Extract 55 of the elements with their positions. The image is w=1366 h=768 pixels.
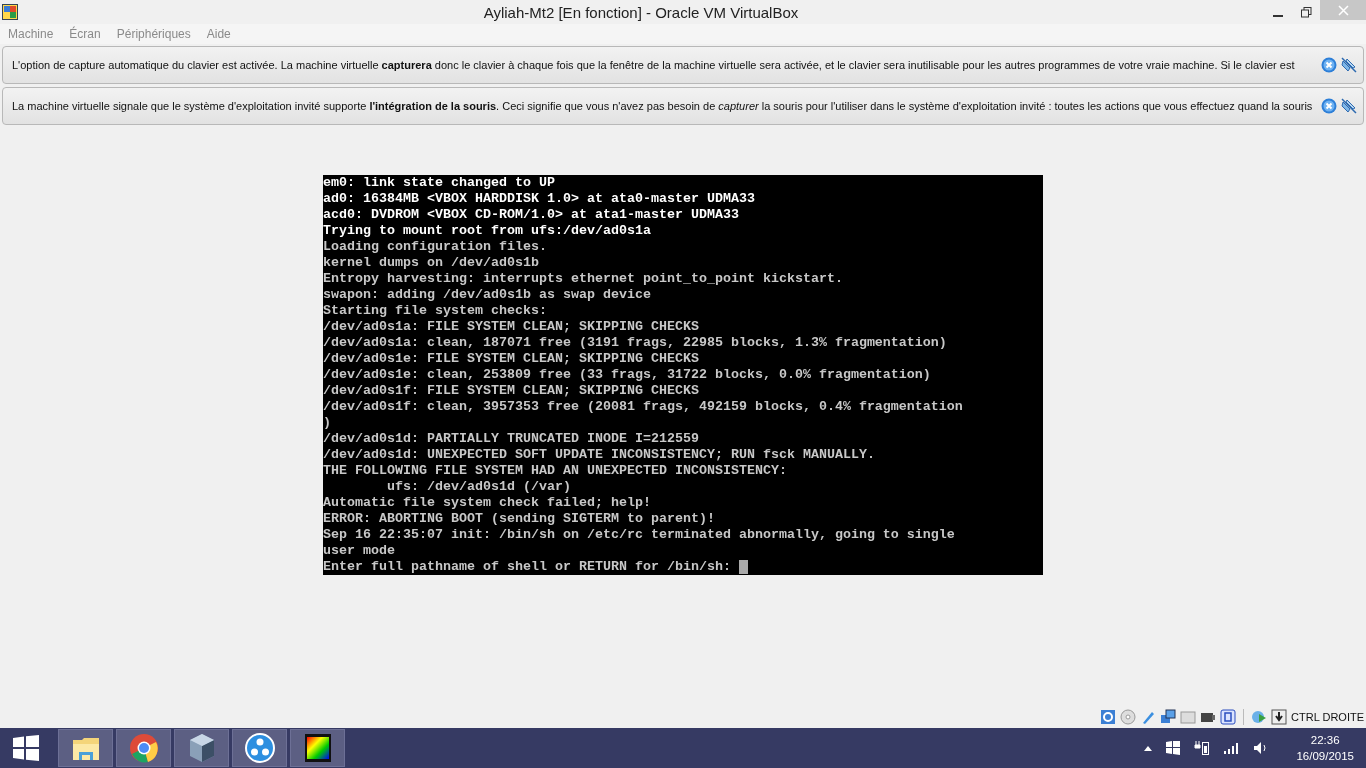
menu-item[interactable]: Aide (206, 27, 239, 41)
minimize-icon (1273, 15, 1283, 17)
windows-logo-icon[interactable] (1166, 741, 1181, 755)
console-line: /dev/ad0s1a: FILE SYSTEM CLEAN; SKIPPING CHECKS (323, 319, 699, 335)
notice-text: La machine virtuelle signale que le système d'exploitation invité supporte l'intégration de la souris. Ceci signifie que vous n'avez pas besoin de capturer la souris pour l'utiliser dans le système d'exploitation invité : toutes les actions que vous effectuez quand la souris (12, 100, 1314, 112)
console-line: em0: link state changed to UP (323, 175, 555, 191)
console-line: Entropy harvesting: interrupts ethernet point_to_point kickstart. (323, 271, 843, 287)
clock-time[interactable]: 22:36 (1310, 732, 1340, 748)
show-hidden-icons-icon[interactable] (1144, 745, 1153, 751)
signal-icon[interactable] (1224, 742, 1241, 754)
console-line: ad0: 16384MB <VBOX HARDDISK 1.0> at ata0-master UDMA33 (323, 191, 755, 207)
text-cursor (738, 560, 748, 574)
console-line: acd0: DVDROM <VBOX CD-ROM/1.0> at ata1-master UDMA33 (323, 207, 739, 223)
taskbar-button[interactable] (290, 729, 345, 767)
console-line: Sep 16 22:35:07 init: /bin/sh on /etc/rc terminated abnormally, going to single (323, 527, 955, 543)
window-title: Ayliah-Mt2 [En fonction] - Oracle VM VirtualBox (482, 3, 800, 21)
console-line: user mode (323, 543, 395, 559)
notice-text: L'option de capture automatique du clavier est activée. La machine virtuelle capturera donc le clavier à chaque fois que la fenêtre de la machine virtuelle sera activée, et le clavier sera inutilisable pour les autres programmes de votre vraie machine. Si le clavier est (12, 59, 1296, 71)
disk-icon[interactable] (1100, 709, 1117, 725)
console-line: kernel dumps on /dev/ad0s1b (323, 255, 539, 271)
shared-screens-icon[interactable] (1160, 709, 1177, 725)
console-line: Enter full pathname of shell or RETURN for /bin/sh: (323, 559, 731, 575)
close-icon[interactable] (1321, 98, 1337, 114)
taskbar-button[interactable] (232, 729, 287, 767)
close-icon (1337, 4, 1349, 16)
console-line: /dev/ad0s1d: PARTIALLY TRUNCATED INODE I=212559 (323, 431, 699, 447)
console-line: /dev/ad0s1e: FILE SYSTEM CLEAN; SKIPPING CHECKS (323, 351, 699, 367)
restore-icon (1300, 6, 1312, 18)
console-line: Loading configuration files. (323, 239, 547, 255)
close-icon[interactable] (1321, 57, 1337, 73)
console-line: /dev/ad0s1f: FILE SYSTEM CLEAN; SKIPPING CHECKS (323, 383, 699, 399)
console-line: /dev/ad0s1f: clean, 3957353 free (20081 frags, 492159 blocks, 0.4% fragmentation (323, 399, 963, 415)
speaker-icon[interactable] (1254, 741, 1269, 755)
console-line: Trying to mount root from ufs:/dev/ad0s1a (323, 223, 651, 239)
console-line: Starting file system checks: (323, 303, 547, 319)
console-line: /dev/ad0s1d: UNEXPECTED SOFT UPDATE INCONSISTENCY; RUN fsck MANUALLY. (323, 447, 875, 463)
console-line: swapon: adding /dev/ad0s1b as swap device (323, 287, 651, 303)
console-line: /dev/ad0s1e: clean, 253809 free (33 frags, 31722 blocks, 0.0% fragmentation) (323, 367, 931, 383)
dots-logo-icon (243, 732, 276, 764)
battery-icon[interactable] (1194, 740, 1211, 756)
menu-item[interactable]: Machine (8, 27, 62, 41)
console-line: THE FOLLOWING FILE SYSTEM HAD AN UNEXPECTED INCONSISTENCY: (323, 463, 787, 479)
keyboard-capture-icon[interactable] (1271, 709, 1288, 725)
menu-item[interactable]: Écran (69, 27, 109, 41)
console-line: ufs: /dev/ad0s1d (/var) (386, 479, 571, 495)
browser-icon (127, 732, 160, 764)
console-line: ERROR: ABORTING BOOT (sending SIGTERM to parent)! (323, 511, 715, 527)
console-line: Automatic file system check failed; help! (323, 495, 651, 511)
clock-date[interactable]: 16/09/2015 (1296, 748, 1354, 764)
host-key-label: CTRL DROITE (1291, 711, 1364, 723)
menu-item[interactable]: Périphériques (116, 27, 199, 41)
console-line: ) (323, 415, 331, 431)
console-line: /dev/ad0s1a: clean, 187071 free (3191 frags, 22985 blocks, 1.3% fragmentation) (323, 335, 947, 351)
windows-start-icon[interactable] (13, 735, 39, 761)
app-logo-icon (2, 4, 18, 20)
